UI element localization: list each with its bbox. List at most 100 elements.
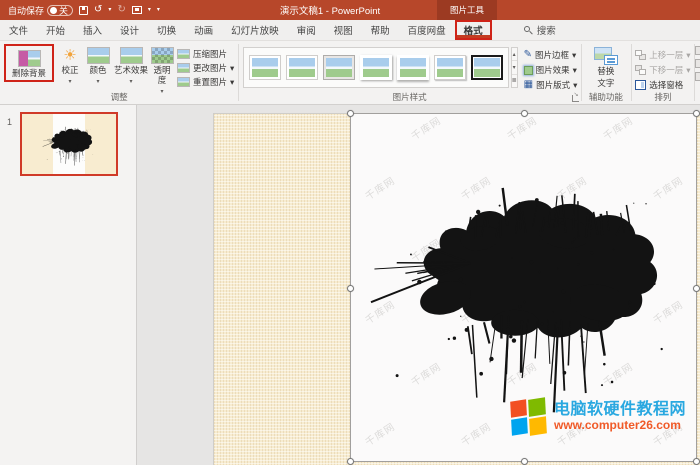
picture-border-button[interactable]: ✎ 图片边框 ▾	[524, 49, 578, 61]
tab-insert[interactable]: 插入	[74, 20, 111, 40]
tell-me-search[interactable]: 搜索	[524, 20, 556, 40]
picture-style-option[interactable]	[471, 55, 503, 80]
slideshow-dropdown-icon[interactable]: ▾	[148, 7, 151, 13]
tab-format-active[interactable]: 格式	[455, 20, 492, 40]
powerpoint-window: 自动保存 关 ↺ ▾ ↻ ▾ ▾ 演示文稿1 - PowerPoint 图片工具…	[0, 0, 700, 465]
gallery-scroll-buttons: ▴ ▾ ≣	[511, 47, 518, 88]
clipped-ribbon-buttons	[695, 41, 700, 104]
slide-thumbnail-panel[interactable]: 1	[0, 105, 137, 465]
tab-baidu-netdisk[interactable]: 百度网盘	[399, 20, 455, 40]
send-backward-icon	[635, 65, 646, 75]
dropdown-arrow-icon: ▾	[686, 50, 690, 61]
picture-style-option[interactable]	[397, 55, 429, 80]
customize-qat-icon[interactable]: ▾	[157, 7, 160, 13]
dropdown-arrow-icon: ▾	[68, 78, 71, 85]
change-picture-button[interactable]: 更改图片 ▾	[177, 62, 234, 74]
dropdown-arrow-icon: ▾	[230, 63, 234, 74]
resize-handle-right-middle[interactable]	[693, 285, 700, 292]
rotate-icon[interactable]	[695, 72, 700, 81]
site-name: 电脑软硬件教程网	[554, 401, 686, 419]
picture-style-option[interactable]	[286, 55, 318, 80]
compress-picture-icon	[177, 49, 190, 59]
gallery-scroll-down-icon[interactable]: ▾	[512, 61, 517, 74]
tab-home[interactable]: 开始	[37, 20, 74, 40]
resize-handle-left-middle[interactable]	[347, 285, 354, 292]
align-icon[interactable]	[695, 46, 700, 55]
resize-handle-top-right[interactable]	[693, 110, 700, 117]
picture-effects-icon	[524, 66, 533, 75]
quick-access-toolbar: 自动保存 关 ↺ ▾ ↻ ▾ ▾	[0, 4, 160, 17]
send-backward-button: 下移一层 ▾	[635, 64, 690, 76]
picture-style-option[interactable]	[360, 55, 392, 80]
content-area: 1 千库网千库网千库网千库网千库网千库网千库网千库网千库网千库网千库网千库网千库…	[0, 105, 700, 465]
resize-handle-bottom-left[interactable]	[347, 458, 354, 465]
selected-picture[interactable]: 千库网千库网千库网千库网千库网千库网千库网千库网千库网千库网千库网千库网千库网千…	[350, 113, 697, 462]
picture-effects-button[interactable]: 图片效果 ▾	[524, 64, 578, 76]
site-logo: 电脑软硬件教程网 www.computer26.com	[511, 399, 686, 435]
gallery-scroll-up-icon[interactable]: ▴	[512, 48, 517, 61]
slide-1-thumbnail[interactable]	[20, 112, 118, 176]
transparency-icon	[151, 47, 174, 64]
compress-picture-button[interactable]: 压缩图片	[177, 48, 234, 60]
group-label-arrange: 排列	[631, 91, 694, 103]
bring-forward-button: 上移一层 ▾	[635, 49, 690, 61]
undo-dropdown-icon[interactable]: ▾	[108, 7, 111, 13]
tab-animations[interactable]: 动画	[185, 20, 222, 40]
tab-view[interactable]: 视图	[325, 20, 362, 40]
resize-handle-top-left[interactable]	[347, 110, 354, 117]
group-adjust: 删除背景 ☀ 校正 ▾ 颜色 ▾ 艺术效果 ▾ 透明度 ▾	[0, 41, 238, 104]
bring-forward-icon	[635, 50, 646, 60]
windows-flag-icon	[510, 398, 548, 436]
group-accessibility: 替换 文字 辅助功能	[581, 41, 631, 104]
redo-icon: ↻	[117, 5, 125, 15]
resize-handle-bottom-right[interactable]	[693, 458, 700, 465]
undo-icon[interactable]: ↺	[94, 5, 102, 15]
tab-file[interactable]: 文件	[0, 20, 37, 40]
reset-picture-button[interactable]: 重置图片 ▾	[177, 76, 234, 88]
picture-style-option[interactable]	[249, 55, 281, 80]
autosave-switch[interactable]: 关	[47, 5, 73, 16]
tab-design[interactable]: 设计	[111, 20, 148, 40]
autosave-label: 自动保存	[8, 4, 44, 17]
save-icon[interactable]	[79, 6, 88, 15]
start-slideshow-icon[interactable]	[132, 6, 142, 14]
artistic-effects-icon	[120, 47, 143, 64]
color-button[interactable]: 颜色 ▾	[84, 44, 112, 85]
picture-border-pen-icon: ✎	[524, 50, 532, 60]
remove-background-icon	[18, 50, 41, 67]
alt-text-icon	[594, 47, 618, 65]
tab-transitions[interactable]: 切换	[148, 20, 185, 40]
group-label-picture-styles: 图片样式	[239, 91, 581, 103]
site-url: www.computer26.com	[554, 419, 681, 433]
picture-layout-button[interactable]: ▦ 图片版式 ▾	[524, 79, 578, 91]
ribbon-tab-row: 文件 开始 插入 设计 切换 动画 幻灯片放映 审阅 视图 帮助 百度网盘 格式…	[0, 20, 700, 41]
tab-help[interactable]: 帮助	[362, 20, 399, 40]
title-bar: 自动保存 关 ↺ ▾ ↻ ▾ ▾ 演示文稿1 - PowerPoint 图片工具	[0, 0, 700, 20]
group-picture-styles: ▴ ▾ ≣ ✎ 图片边框 ▾ 图片效果 ▾ ▦ 图片版式 ▾	[239, 41, 581, 104]
dropdown-arrow-icon: ▾	[573, 80, 577, 91]
dropdown-arrow-icon: ▾	[129, 78, 132, 85]
remove-background-button[interactable]: 删除背景	[7, 47, 51, 79]
group-icon[interactable]	[695, 59, 700, 68]
change-picture-icon	[177, 63, 190, 73]
tab-review[interactable]: 审阅	[288, 20, 325, 40]
dropdown-arrow-icon: ▾	[230, 77, 234, 88]
picture-styles-gallery[interactable]	[243, 47, 509, 88]
resize-handle-top-middle[interactable]	[521, 110, 528, 117]
slide-number: 1	[7, 117, 12, 127]
toggle-dot-icon	[50, 7, 57, 14]
alt-text-button[interactable]: 替换 文字	[585, 44, 627, 89]
autosave-toggle[interactable]: 自动保存 关	[8, 4, 73, 17]
resize-handle-bottom-middle[interactable]	[521, 458, 528, 465]
group-label-accessibility: 辅助功能	[581, 91, 631, 103]
gallery-more-icon[interactable]: ≣	[512, 75, 517, 87]
selection-pane-button[interactable]: 选择窗格	[635, 79, 690, 91]
dropdown-arrow-icon: ▾	[573, 65, 577, 76]
transparency-button[interactable]: 透明度 ▾	[150, 44, 174, 95]
artistic-effects-button[interactable]: 艺术效果 ▾	[112, 44, 150, 85]
picture-style-option[interactable]	[434, 55, 466, 80]
picture-style-option[interactable]	[323, 55, 355, 80]
corrections-button[interactable]: ☀ 校正 ▾	[56, 44, 84, 85]
tab-slideshow[interactable]: 幻灯片放映	[222, 20, 288, 40]
slide-workspace[interactable]: 千库网千库网千库网千库网千库网千库网千库网千库网千库网千库网千库网千库网千库网千…	[137, 105, 700, 465]
